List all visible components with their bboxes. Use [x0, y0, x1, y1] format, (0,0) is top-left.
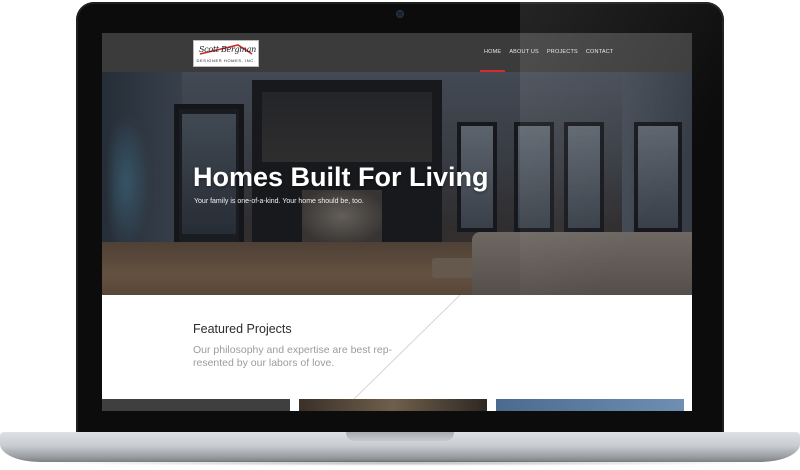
featured-description: Our philosophy and expertise are best re…: [193, 344, 393, 369]
nav-home[interactable]: HOME: [480, 33, 506, 72]
hero-subtitle: Your family is one-of-a-kind. Your home …: [194, 198, 364, 205]
project-thumbnail[interactable]: [102, 399, 290, 411]
camera-icon: [397, 11, 403, 17]
site-header: Scott Bergman DESIGNER HOMES, INC. HOME …: [102, 33, 692, 72]
logo-subtitle: DESIGNER HOMES, INC.: [196, 58, 256, 63]
nav-about-us[interactable]: ABOUT US: [505, 33, 543, 72]
nav-projects[interactable]: PROJECTS: [543, 33, 582, 72]
nav-contact[interactable]: CONTACT: [582, 33, 618, 72]
hero-banner: Homes Built For Living Your family is on…: [102, 72, 692, 295]
project-thumbnail[interactable]: [496, 399, 684, 411]
featured-projects-section: Featured Projects Our philosophy and exp…: [102, 295, 692, 411]
project-thumbnail[interactable]: [299, 399, 487, 411]
laptop-notch: [346, 432, 454, 441]
logo-signature: Scott Bergman: [199, 45, 256, 54]
hero-title: Homes Built For Living: [193, 162, 489, 192]
main-nav: HOME ABOUT US PROJECTS CONTACT: [480, 33, 617, 72]
laptop-screen: Scott Bergman DESIGNER HOMES, INC. HOME …: [102, 33, 692, 411]
site-logo[interactable]: Scott Bergman DESIGNER HOMES, INC.: [193, 40, 259, 67]
featured-title: Featured Projects: [193, 322, 292, 336]
